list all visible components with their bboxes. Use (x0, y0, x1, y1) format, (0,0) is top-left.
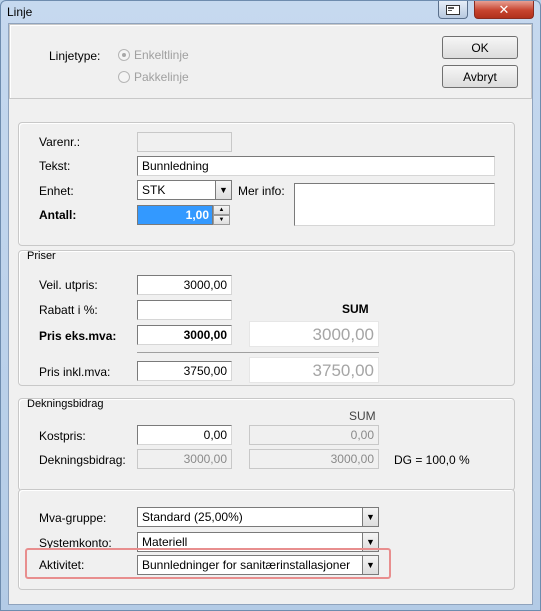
kostpris-sum: 0,00 (249, 425, 379, 445)
rabatt-label: Rabatt i %: (39, 303, 98, 317)
radio-enkeltlinje-dot (118, 49, 130, 61)
avbryt-button[interactable]: Avbryt (442, 65, 518, 88)
dialog-window: Linje ✕ Linjetype: Enkeltlinje Pakkelinj… (0, 0, 541, 611)
mva-gruppe-label: Mva-gruppe: (39, 511, 107, 525)
kostpris-label: Kostpris: (39, 429, 86, 443)
mva-gruppe-value: Standard (25,00%) (137, 507, 362, 527)
merinfo-label: Mer info: (238, 184, 285, 198)
tekst-label: Tekst: (39, 159, 71, 173)
pris-eks-mva-sum: 3000,00 (249, 321, 379, 347)
enhet-label: Enhet: (39, 184, 74, 198)
aktivitet-value: Bunnledninger for sanitærinstallasjoner (137, 555, 362, 575)
antall-label: Antall: (39, 208, 77, 222)
dekning-group-label: Dekningsbidrag (27, 398, 104, 410)
dialog-client: Linjetype: Enkeltlinje Pakkelinje OK Avb… (8, 23, 533, 605)
pris-eks-mva-field[interactable]: 3000,00 (137, 325, 232, 345)
aktivitet-select[interactable]: Bunnledninger for sanitærinstallasjoner … (137, 555, 379, 575)
linjetype-label: Linjetype: (49, 49, 101, 63)
close-icon: ✕ (498, 1, 510, 17)
pris-eks-mva-label: Pris eks.mva: (39, 329, 117, 343)
konto-panel: Mva-gruppe: Standard (25,00%) ▼ Systemko… (18, 489, 515, 590)
mva-gruppe-select[interactable]: Standard (25,00%) ▼ (137, 507, 379, 527)
aktivitet-label: Aktivitet: (39, 558, 85, 572)
radio-pakkelinje-dot (118, 71, 130, 83)
varenr-field[interactable] (137, 132, 232, 152)
kostpris-field[interactable]: 0,00 (137, 425, 232, 445)
radio-pakkelinje-label: Pakkelinje (134, 70, 189, 84)
ok-button[interactable]: OK (442, 36, 518, 59)
enhet-value: STK (137, 180, 215, 200)
app-menu-icon[interactable] (438, 1, 468, 19)
spin-up-icon[interactable]: ▲ (213, 205, 230, 215)
varenr-label: Varenr.: (39, 135, 81, 149)
priser-sum-header: SUM (342, 302, 369, 316)
dekningsbidrag-field: 3000,00 (137, 449, 232, 469)
item-panel: Varenr.: Tekst: Bunnledning Enhet: STK ▼… (18, 122, 515, 246)
radio-pakkelinje[interactable]: Pakkelinje (118, 70, 189, 84)
window-title: Linje (7, 5, 33, 19)
rabatt-field[interactable] (137, 300, 232, 320)
linjetype-panel: Linjetype: Enkeltlinje Pakkelinje OK Avb… (9, 24, 532, 99)
radio-enkeltlinje[interactable]: Enkeltlinje (118, 48, 189, 62)
radio-enkeltlinje-label: Enkeltlinje (134, 48, 189, 62)
priser-group-label: Priser (27, 250, 56, 262)
pris-inkl-mva-label: Pris inkl.mva: (39, 365, 111, 379)
antall-value[interactable]: 1,00 (137, 205, 213, 225)
pris-inkl-mva-sum: 3750,00 (249, 357, 379, 383)
merinfo-field[interactable] (294, 183, 495, 226)
pris-inkl-mva-field[interactable]: 3750,00 (137, 361, 232, 381)
chevron-down-icon[interactable]: ▼ (362, 555, 379, 575)
chevron-down-icon[interactable]: ▼ (215, 180, 232, 200)
tekst-field[interactable]: Bunnledning (137, 156, 495, 176)
enhet-select[interactable]: STK ▼ (137, 180, 232, 200)
veil-utpris-field[interactable]: 3000,00 (137, 275, 232, 295)
priser-panel: Priser Veil. utpris: 3000,00 Rabatt i %:… (18, 250, 515, 386)
title-bar[interactable]: Linje ✕ (1, 1, 540, 23)
veil-utpris-label: Veil. utpris: (39, 278, 98, 292)
chevron-down-icon[interactable]: ▼ (362, 507, 379, 527)
close-button[interactable]: ✕ (474, 1, 534, 19)
dekning-sum-header: SUM (349, 409, 376, 423)
dg-text: DG = 100,0 % (394, 453, 470, 467)
dekningsbidrag-label: Dekningsbidrag: (39, 453, 126, 467)
dekning-panel: Dekningsbidrag SUM Kostpris: 0,00 0,00 D… (18, 398, 515, 491)
priser-divider (137, 352, 379, 353)
dekningsbidrag-sum: 3000,00 (249, 449, 379, 469)
spin-down-icon[interactable]: ▼ (213, 215, 230, 225)
